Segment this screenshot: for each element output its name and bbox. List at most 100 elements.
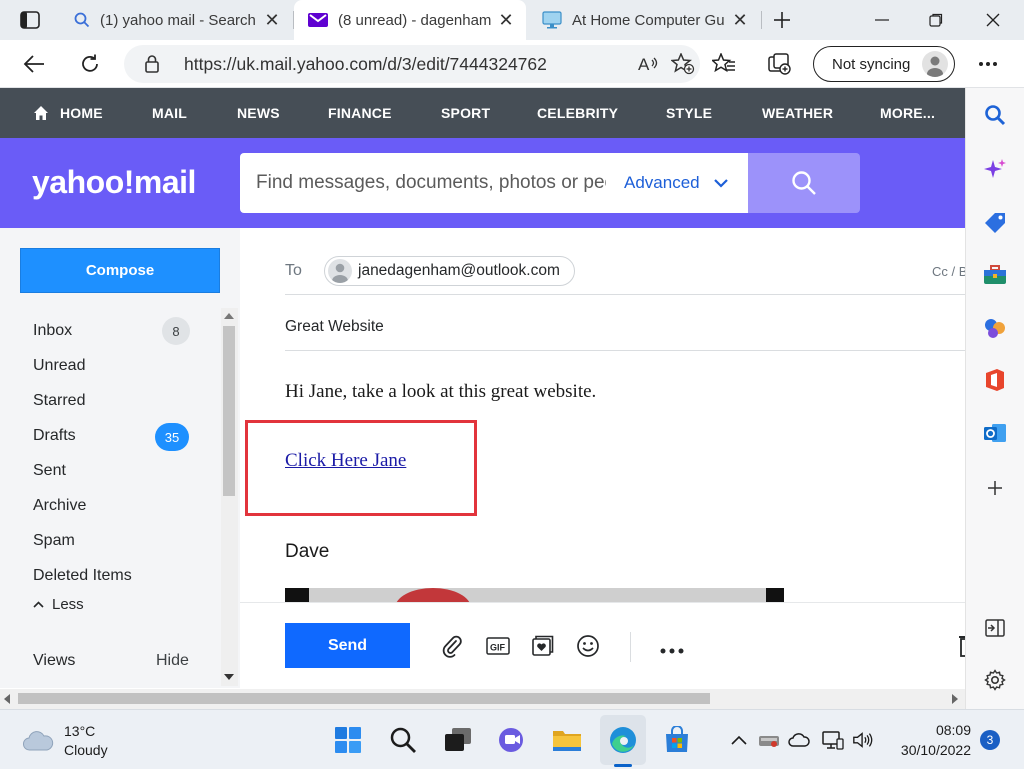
search-button[interactable] [748, 153, 860, 213]
search-icon [792, 171, 816, 195]
sidebar-settings-gear-icon[interactable] [980, 665, 1010, 695]
clock-date: 30/10/2022 [900, 742, 971, 758]
message-body-text[interactable]: Hi Jane, take a look at this great websi… [285, 381, 596, 403]
scroll-down-arrow-icon[interactable] [224, 674, 234, 680]
sidebar-search-icon[interactable] [980, 100, 1010, 130]
nav-sport[interactable]: SPORT [441, 88, 490, 138]
mail-search-input[interactable] [256, 172, 606, 194]
folder-archive[interactable]: Archive [33, 492, 193, 520]
close-tab-icon[interactable]: ✕ [494, 10, 518, 31]
onedrive-cloud-icon[interactable] [788, 729, 810, 751]
horizontal-scrollbar[interactable] [0, 689, 965, 709]
search-icon [74, 12, 90, 28]
office-icon[interactable] [980, 365, 1010, 395]
teams-chat-icon[interactable] [494, 722, 530, 758]
scroll-right-arrow-icon[interactable] [952, 694, 958, 704]
tab-yahoo-search[interactable]: (1) yahoo mail - Search ✕ [60, 0, 292, 40]
folder-deleted-items[interactable]: Deleted Items [33, 562, 193, 590]
address-bar[interactable]: https://uk.mail.yahoo.com/d/3/edit/74443… [124, 45, 700, 83]
settings-more-button[interactable] [968, 44, 1008, 84]
nav-more[interactable]: MORE... [880, 88, 935, 138]
weather-widget[interactable]: 13°C Cloudy [22, 722, 108, 760]
profile-sync-button[interactable]: Not syncing [813, 46, 955, 82]
task-view-icon[interactable] [440, 722, 476, 758]
subject-field[interactable]: Great Website [285, 318, 384, 336]
nav-news[interactable]: NEWS [237, 88, 280, 138]
tab-at-home-computer[interactable]: At Home Computer Gu ✕ [528, 0, 760, 40]
close-tab-icon[interactable]: ✕ [728, 10, 752, 31]
compose-button[interactable]: Compose [20, 248, 220, 293]
home-icon[interactable] [34, 106, 48, 120]
chevron-down-icon[interactable] [713, 178, 728, 188]
microsoft-store-icon[interactable] [659, 722, 695, 758]
yahoo-mail-logo[interactable]: yahoo!mail [32, 164, 196, 201]
tab-yahoo-mail[interactable]: (8 unread) - dagenham ✕ [294, 0, 526, 40]
cc-bcc-toggle[interactable]: Cc / B [932, 264, 967, 279]
sidebar-scrollbar[interactable] [221, 308, 238, 686]
url-text[interactable]: https://uk.mail.yahoo.com/d/3/edit/74443… [184, 54, 632, 75]
gif-icon[interactable]: GIF [483, 631, 513, 661]
shopping-tag-icon[interactable] [980, 208, 1010, 238]
emoji-icon[interactable] [573, 631, 603, 661]
add-sidebar-app-icon[interactable] [980, 473, 1010, 503]
recipient-chip[interactable]: janedagenham@outlook.com [324, 256, 575, 286]
browser-toolbar: https://uk.mail.yahoo.com/d/3/edit/74443… [0, 40, 1024, 88]
reload-button[interactable] [70, 44, 110, 84]
less-toggle[interactable]: Less [33, 596, 84, 613]
toolbar-separator [630, 632, 631, 662]
minimize-button[interactable] [860, 0, 904, 40]
horizontal-scroll-thumb[interactable] [18, 693, 710, 704]
nav-weather[interactable]: WEATHER [762, 88, 833, 138]
drive-tray-icon[interactable] [758, 729, 780, 751]
outlook-icon[interactable] [980, 418, 1010, 448]
folder-sent[interactable]: Sent [33, 457, 193, 485]
more-options-icon[interactable] [660, 634, 684, 660]
scroll-up-arrow-icon[interactable] [224, 313, 234, 319]
nav-celebrity[interactable]: CELEBRITY [537, 88, 618, 138]
monitor-icon [542, 11, 562, 29]
add-favorite-icon[interactable] [666, 53, 700, 75]
lock-icon[interactable] [144, 54, 174, 74]
network-monitor-icon[interactable] [822, 729, 844, 751]
taskbar-search-icon[interactable] [385, 722, 421, 758]
folder-unread[interactable]: Unread [33, 352, 193, 380]
volume-speaker-icon[interactable] [852, 729, 874, 751]
nav-finance[interactable]: FINANCE [328, 88, 392, 138]
stationery-card-icon[interactable] [528, 631, 558, 661]
folder-spam[interactable]: Spam [33, 527, 193, 555]
yahoo-top-nav: HOME MAIL NEWS FINANCE SPORT CELEBRITY S… [0, 88, 965, 138]
chevron-up-icon[interactable] [728, 729, 750, 751]
edge-browser-icon[interactable] [605, 722, 641, 758]
message-body-link[interactable]: Click Here Jane [285, 450, 406, 472]
back-button[interactable] [14, 44, 54, 84]
notification-count-badge[interactable]: 3 [980, 730, 1000, 750]
to-label: To [285, 262, 302, 279]
tools-briefcase-icon[interactable] [980, 260, 1010, 290]
send-button[interactable]: Send [285, 623, 410, 668]
tab-actions-menu[interactable] [8, 0, 52, 40]
discover-sparkle-icon[interactable] [980, 155, 1010, 185]
favorites-button[interactable] [704, 44, 744, 84]
windows-start-icon[interactable] [330, 722, 366, 758]
new-tab-button[interactable] [762, 0, 802, 40]
nav-style[interactable]: STYLE [666, 88, 712, 138]
games-icon[interactable] [980, 313, 1010, 343]
collections-button[interactable] [760, 44, 800, 84]
folder-starred[interactable]: Starred [33, 387, 193, 415]
close-window-button[interactable] [968, 0, 1018, 40]
close-tab-icon[interactable]: ✕ [260, 10, 284, 31]
advanced-search-link[interactable]: Advanced [624, 173, 700, 193]
maximize-button[interactable] [914, 0, 958, 40]
attach-paperclip-icon[interactable] [437, 631, 467, 661]
file-explorer-icon[interactable] [549, 722, 585, 758]
read-aloud-icon[interactable]: A [632, 54, 666, 74]
sidebar-scroll-thumb[interactable] [223, 326, 235, 496]
scroll-left-arrow-icon[interactable] [4, 694, 10, 704]
system-clock[interactable]: 08:09 30/10/2022 [893, 720, 971, 760]
nav-home[interactable]: HOME [60, 88, 103, 138]
hide-sidebar-icon[interactable] [980, 613, 1010, 643]
hide-views-link[interactable]: Hide [156, 652, 189, 670]
nav-mail[interactable]: MAIL [152, 88, 187, 138]
drafts-count-badge: 35 [155, 423, 189, 451]
sync-label: Not syncing [832, 55, 911, 73]
